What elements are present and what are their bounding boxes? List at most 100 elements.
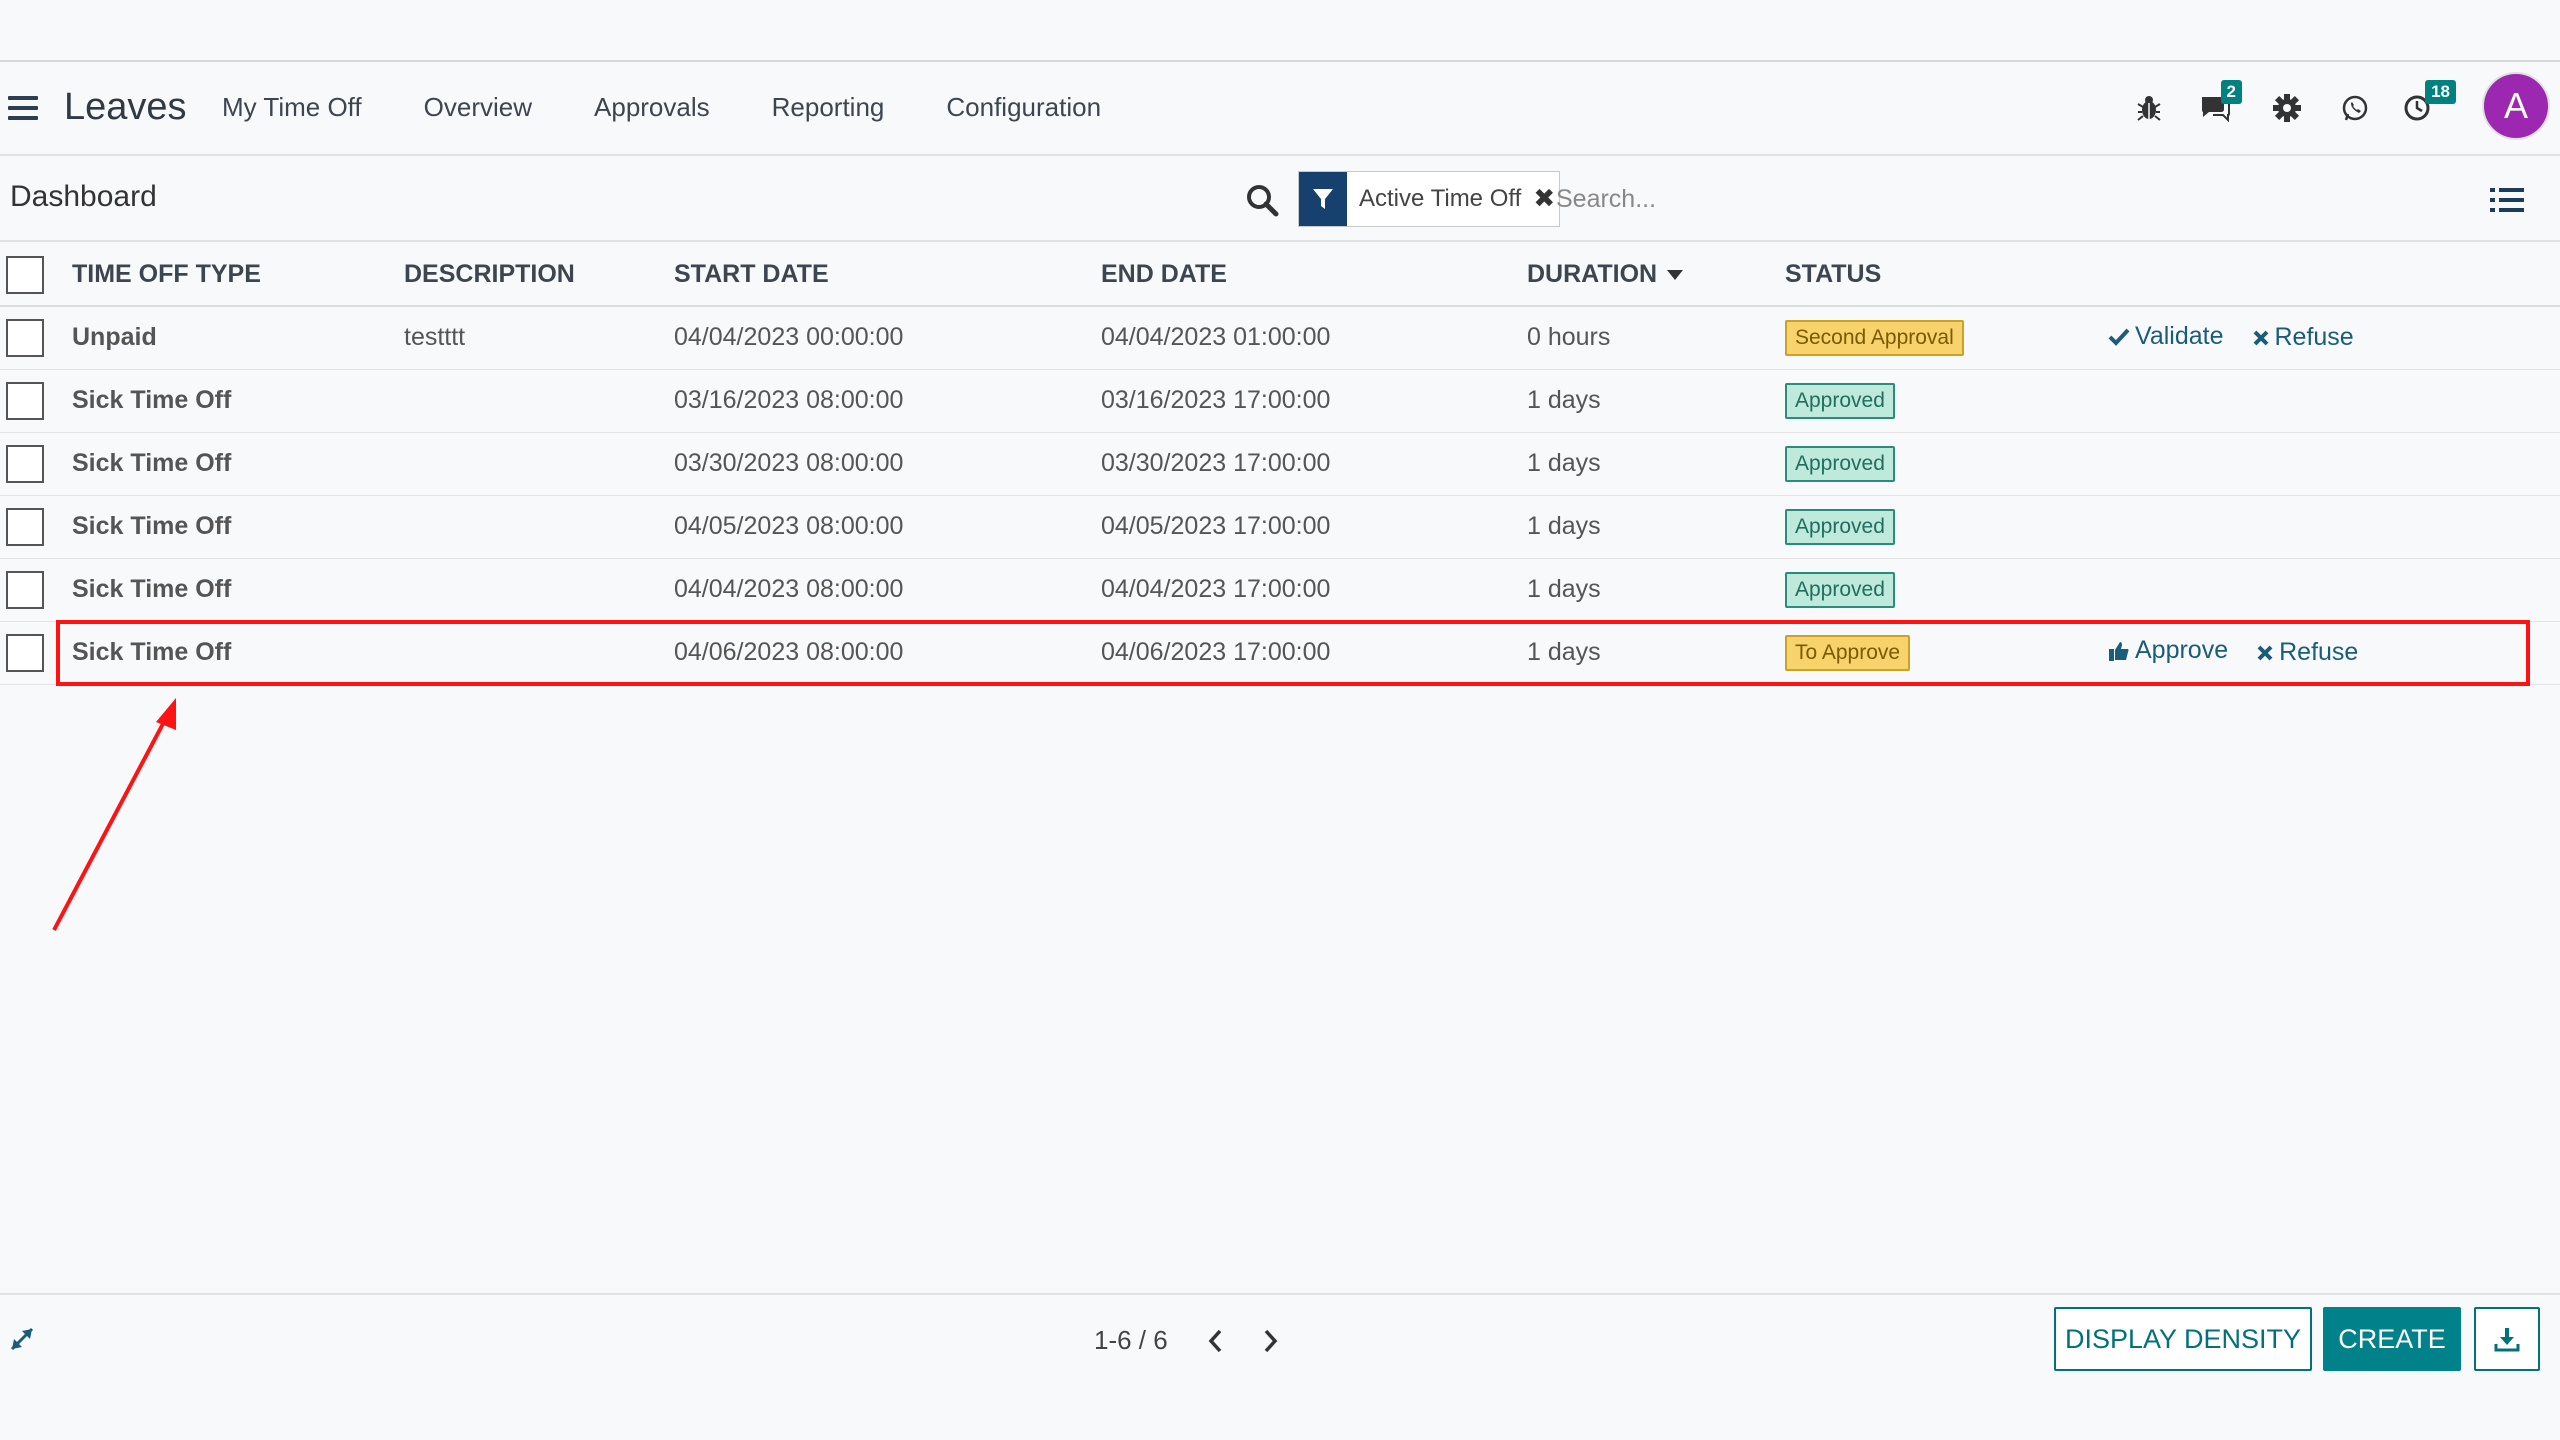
table-row[interactable]: Sick Time Off 04/06/2023 08:00:00 04/06/20… xyxy=(0,621,2560,685)
apps-menu-icon[interactable] xyxy=(8,96,38,120)
table-row[interactable]: Sick Time Off 03/16/2023 08:00:00 03/16/20… xyxy=(0,369,2560,433)
create-button[interactable]: CREATE xyxy=(2323,1307,2461,1371)
expand-icon[interactable] xyxy=(8,1325,36,1353)
pager-previous-icon[interactable] xyxy=(1204,1325,1228,1357)
browser-top-strip xyxy=(0,0,2560,62)
status-badge: Approved xyxy=(1785,571,1895,608)
table-row[interactable]: Sick Time Off 04/04/2023 08:00:00 04/04/20… xyxy=(0,558,2560,622)
cell-start-date: 04/06/2023 08:00:00 xyxy=(674,621,1101,685)
col-status[interactable]: STATUS xyxy=(1785,244,2108,307)
table-row[interactable]: Sick Time Off 03/30/2023 08:00:00 03/30/20… xyxy=(0,432,2560,496)
list-view-icon[interactable] xyxy=(2490,186,2524,214)
messages-icon[interactable]: 2 xyxy=(2198,80,2242,126)
top-navbar: Leaves My Time Off Overview Approvals Re… xyxy=(0,62,2560,156)
table-row[interactable]: Sick Time Off 04/05/2023 08:00:00 04/05/20… xyxy=(0,495,2560,559)
action-label: Validate xyxy=(2135,322,2224,350)
cell-end-date: 04/06/2023 17:00:00 xyxy=(1101,621,1527,685)
footer-bar: 1-6 / 6 DISPLAY DENSITY CREATE xyxy=(0,1293,2560,1440)
cell-description xyxy=(404,495,674,559)
thumbs-up-icon xyxy=(2109,641,2129,661)
status-badge: To Approve xyxy=(1785,634,1911,671)
cell-start-date: 04/05/2023 08:00:00 xyxy=(674,495,1101,559)
row-checkbox[interactable] xyxy=(6,444,44,483)
whatsapp-icon[interactable] xyxy=(2338,90,2372,126)
status-badge: Approved xyxy=(1785,382,1895,419)
search-input[interactable] xyxy=(1556,174,2456,224)
row-checkbox[interactable] xyxy=(6,507,44,546)
col-end-date[interactable]: END DATE xyxy=(1101,244,1527,307)
refuse-button[interactable]: Refuse xyxy=(2252,323,2354,352)
menu-overview[interactable]: Overview xyxy=(424,92,532,123)
table-body: Unpaid testttt 04/04/2023 00:00:00 04/04/20… xyxy=(0,306,2560,685)
select-all-checkbox[interactable] xyxy=(6,255,44,294)
col-duration-label: DURATION xyxy=(1527,260,1658,288)
gear-icon[interactable] xyxy=(2270,90,2304,126)
cell-description xyxy=(404,558,674,622)
validate-button[interactable]: Validate xyxy=(2108,322,2224,351)
cell-time-off-type: Sick Time Off xyxy=(72,432,404,496)
filter-facet: Active Time Off ✖ xyxy=(1298,171,1561,227)
row-checkbox[interactable] xyxy=(6,633,44,672)
close-icon xyxy=(2257,645,2273,661)
close-icon xyxy=(2253,330,2268,345)
activities-badge: 18 xyxy=(2425,80,2456,104)
control-panel: Dashboard Active Time Off ✖ xyxy=(0,156,2560,242)
col-start-date[interactable]: START DATE xyxy=(674,244,1101,307)
cell-duration: 1 days xyxy=(1527,495,1785,559)
user-avatar[interactable]: A xyxy=(2482,72,2550,140)
refuse-button[interactable]: Refuse xyxy=(2256,638,2358,667)
display-density-button[interactable]: DISPLAY DENSITY xyxy=(2054,1307,2312,1371)
main-menu: My Time Off Overview Approvals Reporting… xyxy=(222,92,1163,123)
table-row[interactable]: Unpaid testttt 04/04/2023 00:00:00 04/04/20… xyxy=(0,306,2560,370)
sort-desc-icon xyxy=(1667,270,1684,281)
action-label: Approve xyxy=(2135,636,2229,665)
cell-duration: 1 days xyxy=(1527,369,1785,433)
action-label: Refuse xyxy=(2274,323,2354,351)
approve-button[interactable]: Approve xyxy=(2108,636,2228,665)
cell-description xyxy=(404,621,674,685)
menu-reporting[interactable]: Reporting xyxy=(772,92,885,123)
activities-clock-icon[interactable]: 18 xyxy=(2400,80,2456,126)
download-button[interactable] xyxy=(2474,1307,2540,1371)
cell-start-date: 03/30/2023 08:00:00 xyxy=(674,432,1101,496)
cell-end-date: 04/04/2023 17:00:00 xyxy=(1101,558,1527,622)
cell-description: testttt xyxy=(404,306,674,370)
search-icon[interactable] xyxy=(1244,182,1280,218)
cell-start-date: 03/16/2023 08:00:00 xyxy=(674,369,1101,433)
row-checkbox[interactable] xyxy=(6,318,44,357)
app-title[interactable]: Leaves xyxy=(64,86,187,129)
cell-time-off-type: Sick Time Off xyxy=(72,621,404,685)
row-checkbox[interactable] xyxy=(6,381,44,420)
pager-value[interactable]: 1-6 / 6 xyxy=(1094,1325,1168,1356)
menu-approvals[interactable]: Approvals xyxy=(594,92,710,123)
row-checkbox[interactable] xyxy=(6,570,44,609)
status-badge: Approved xyxy=(1785,445,1895,482)
menu-configuration[interactable]: Configuration xyxy=(946,92,1101,123)
facet-remove-icon[interactable]: ✖ xyxy=(1529,172,1559,226)
check-icon xyxy=(2108,328,2130,346)
funnel-icon xyxy=(1299,172,1347,226)
bug-icon[interactable] xyxy=(2134,90,2164,126)
cell-time-off-type: Sick Time Off xyxy=(72,369,404,433)
table-header-row: TIME OFF TYPE DESCRIPTION START DATE END… xyxy=(0,244,2560,307)
filter-facet-label: Active Time Off xyxy=(1359,185,1522,212)
breadcrumb: Dashboard xyxy=(10,180,157,213)
col-description[interactable]: DESCRIPTION xyxy=(404,244,674,307)
cell-end-date: 03/16/2023 17:00:00 xyxy=(1101,369,1527,433)
cell-time-off-type: Sick Time Off xyxy=(72,558,404,622)
cell-time-off-type: Unpaid xyxy=(72,306,404,370)
menu-my-time-off[interactable]: My Time Off xyxy=(222,92,362,123)
cell-duration: 1 days xyxy=(1527,621,1785,685)
cell-end-date: 03/30/2023 17:00:00 xyxy=(1101,432,1527,496)
cell-duration: 0 hours xyxy=(1527,306,1785,370)
status-badge: Second Approval xyxy=(1785,319,1964,356)
messages-badge: 2 xyxy=(2220,80,2242,104)
col-time-off-type[interactable]: TIME OFF TYPE xyxy=(72,244,404,307)
action-label: Refuse xyxy=(2279,638,2359,667)
cell-start-date: 04/04/2023 00:00:00 xyxy=(674,306,1101,370)
cell-duration: 1 days xyxy=(1527,432,1785,496)
pager-next-icon[interactable] xyxy=(1258,1325,1282,1357)
col-duration[interactable]: DURATION xyxy=(1527,244,1785,307)
download-icon xyxy=(2494,1328,2520,1352)
cell-duration: 1 days xyxy=(1527,558,1785,622)
